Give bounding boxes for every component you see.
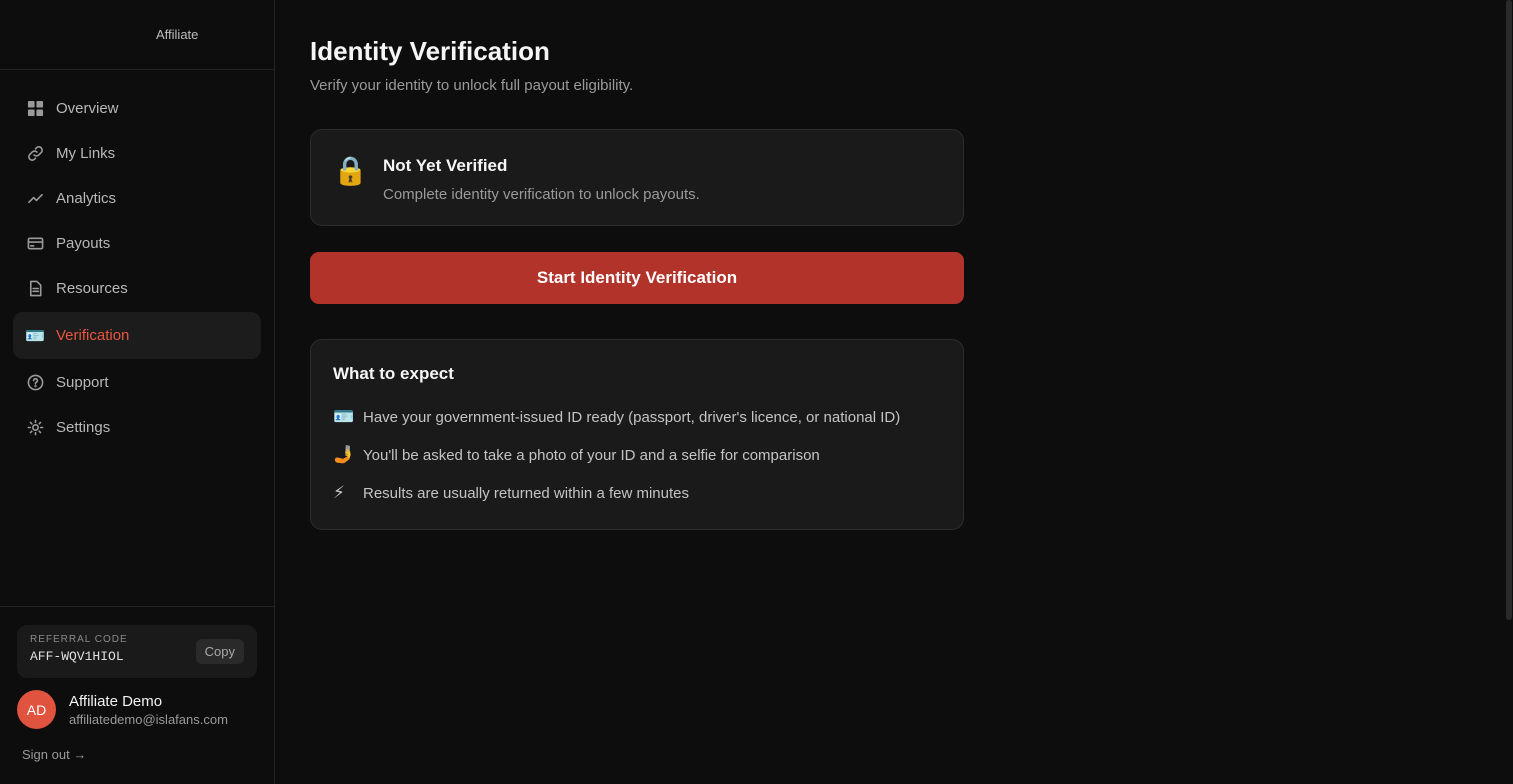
expect-item-text: Have your government-issued ID ready (pa… <box>363 408 901 426</box>
sign-out-link[interactable]: Sign out → <box>22 747 257 762</box>
page-title: Identity Verification <box>310 36 550 66</box>
avatar: AD <box>17 690 56 729</box>
verification-status-card: 🔒 Not Yet Verified Complete identity ver… <box>310 129 964 226</box>
document-icon <box>26 280 44 298</box>
sidebar-item-analytics[interactable]: Analytics <box>13 176 261 221</box>
sidebar-item-verification[interactable]: 🪪 Verification <box>13 312 261 359</box>
sidebar-item-settings[interactable]: Settings <box>13 405 261 450</box>
app-root: Affiliate Overview My Links Analytics Pa… <box>0 0 1513 784</box>
sidebar-item-my-links[interactable]: My Links <box>13 131 261 176</box>
start-verification-button[interactable]: Start Identity Verification <box>310 252 964 304</box>
sidebar-item-label: Resources <box>56 280 128 297</box>
list-item: 🪪 Have your government-issued ID ready (… <box>333 398 941 436</box>
page-subtitle: Verify your identity to unlock full payo… <box>310 77 634 94</box>
what-to-expect-card: What to expect 🪪 Have your government-is… <box>310 339 964 530</box>
user-name: Affiliate Demo <box>69 692 163 710</box>
id-card-icon: 🪪 <box>25 327 45 345</box>
sidebar: Affiliate Overview My Links Analytics Pa… <box>0 0 275 784</box>
sidebar-item-payouts[interactable]: Payouts <box>13 221 261 266</box>
user-profile: AD Affiliate Demo affiliatedemo@islafans… <box>17 690 257 729</box>
expect-title: What to expect <box>333 364 454 383</box>
list-item: ⚡ Results are usually returned within a … <box>333 474 941 512</box>
sidebar-item-label: My Links <box>56 145 116 162</box>
sidebar-item-label: Payouts <box>56 235 111 252</box>
lock-icon: 🔒 <box>333 155 368 186</box>
sidebar-item-label: Verification <box>56 327 130 344</box>
expect-list: 🪪 Have your government-issued ID ready (… <box>333 398 941 512</box>
trend-icon <box>26 190 44 208</box>
sidebar-item-label: Overview <box>56 100 119 117</box>
referral-code-box: REFERRAL CODE AFF-WQV1HIOL Copy <box>17 625 257 678</box>
grid-icon <box>26 100 44 118</box>
sidebar-footer: REFERRAL CODE AFF-WQV1HIOL Copy AD Affil… <box>0 606 274 784</box>
expect-item-text: You'll be asked to take a photo of your … <box>363 446 820 464</box>
scrollbar-thumb[interactable] <box>1506 0 1512 620</box>
sidebar-item-label: Support <box>56 374 109 391</box>
sidebar-item-resources[interactable]: Resources <box>13 266 261 311</box>
expect-item-text: Results are usually returned within a fe… <box>363 484 689 502</box>
sidebar-item-label: Analytics <box>56 190 117 207</box>
status-title: Not Yet Verified <box>383 156 508 175</box>
status-description: Complete identity verification to unlock… <box>383 186 700 203</box>
link-icon <box>26 145 44 163</box>
id-card-icon: 🪪 <box>333 407 355 426</box>
brand-label: Affiliate <box>156 27 199 42</box>
list-item: 🤳 You'll be asked to take a photo of you… <box>333 436 941 474</box>
gear-icon <box>26 419 44 437</box>
main-content: Identity Verification Verify your identi… <box>275 0 1513 784</box>
sidebar-item-support[interactable]: Support <box>13 360 261 405</box>
user-email: affiliatedemo@islafans.com <box>69 711 228 727</box>
lightning-icon: ⚡ <box>333 483 345 502</box>
sidebar-item-label: Settings <box>56 419 111 436</box>
scrollbar[interactable] <box>1505 0 1513 784</box>
brand-header: Affiliate <box>0 0 274 70</box>
sidebar-nav: Overview My Links Analytics Payouts Reso… <box>0 70 274 450</box>
sidebar-item-overview[interactable]: Overview <box>13 86 261 131</box>
card-icon <box>26 235 44 253</box>
copy-button[interactable]: Copy <box>195 639 244 664</box>
selfie-icon: 🤳 <box>333 445 355 464</box>
help-icon <box>26 374 44 392</box>
